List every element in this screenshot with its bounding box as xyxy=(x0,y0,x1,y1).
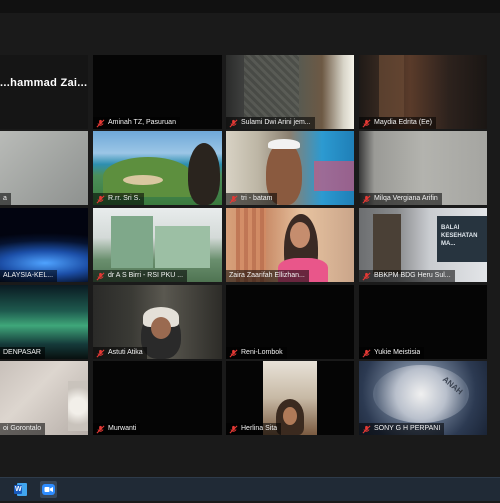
participant-name: tri - batam xyxy=(241,195,273,202)
muted-mic-icon xyxy=(96,349,105,357)
video-tile[interactable]: Maydia Edrita (Ee) xyxy=(359,55,487,129)
name-caption: Zaira Zaarifah Ellizhan... xyxy=(226,270,309,282)
video-tile[interactable]: DENPASAR xyxy=(0,285,88,359)
participant-name: Maydia Edrita (Ee) xyxy=(374,119,432,126)
building xyxy=(111,216,153,268)
participant-name: DENPASAR xyxy=(3,349,41,356)
muted-mic-icon xyxy=(362,119,371,127)
shelf xyxy=(314,161,354,191)
ceiling-ornament xyxy=(68,381,88,431)
face xyxy=(283,407,297,425)
name-caption: Herlina Sita xyxy=(226,423,282,435)
video-tile[interactable]: ANAH SONY G H PERPANI xyxy=(359,361,487,435)
video-tile[interactable]: ALAYSIA-KEL... xyxy=(0,208,88,282)
windows-taskbar: W xyxy=(0,477,500,501)
name-caption: Yukie Meistisia xyxy=(359,347,425,359)
participant-name: oi Gorontalo xyxy=(3,425,42,432)
cap-hat xyxy=(268,139,300,149)
participant-name: Herlina Sita xyxy=(241,425,278,432)
muted-mic-icon xyxy=(362,195,371,203)
participant-name: Reni-Lombok xyxy=(241,349,283,356)
name-caption: Aminah TZ, Pasuruan xyxy=(93,117,180,129)
zoom-icon[interactable] xyxy=(40,481,57,498)
muted-mic-icon xyxy=(96,119,105,127)
word-icon[interactable]: W xyxy=(12,481,29,498)
name-caption: Astuti Atika xyxy=(93,347,147,359)
beach xyxy=(123,175,163,185)
muted-mic-icon xyxy=(96,425,105,433)
video-tile[interactable]: Reni-Lombok xyxy=(226,285,354,359)
zoom-camera-icon xyxy=(42,484,55,495)
muted-mic-icon xyxy=(229,425,238,433)
name-caption: Sulami Dwi Arini jem... xyxy=(226,117,315,129)
video-tile[interactable]: ...hammad Zai... xyxy=(0,55,88,129)
emblem-coin xyxy=(373,365,469,423)
window-top-bar xyxy=(0,0,500,13)
muted-mic-icon xyxy=(362,272,371,280)
participant-name: dr A S Birri - RSI PKU ... xyxy=(108,272,184,279)
name-caption: Reni-Lombok xyxy=(226,347,287,359)
muted-mic-icon xyxy=(229,195,238,203)
participant-name: Murwanti xyxy=(108,425,137,432)
face xyxy=(290,222,310,248)
participant-name: Milqa Vergiana Arifin xyxy=(374,195,438,202)
video-tile[interactable]: Milqa Vergiana Arifin xyxy=(359,131,487,205)
room-background xyxy=(0,131,88,205)
video-tile-active-speaker[interactable]: R.rr. Sri S. xyxy=(93,131,222,205)
name-caption: oi Gorontalo xyxy=(0,423,46,435)
muted-mic-icon xyxy=(96,195,105,203)
participant-name: Zaira Zaarifah Ellizhan... xyxy=(229,272,305,279)
participant-name: a xyxy=(3,195,7,202)
participant-name: Astuti Atika xyxy=(108,349,143,356)
name-caption: R.rr. Sri S. xyxy=(93,193,145,205)
video-tile[interactable]: Herlina Sita xyxy=(226,361,354,435)
participant-name: Sulami Dwi Arini jem... xyxy=(241,119,311,126)
word-letter: W xyxy=(15,486,22,493)
video-tile[interactable]: Yukie Meistisia xyxy=(359,285,487,359)
name-caption: dr A S Birri - RSI PKU ... xyxy=(93,270,188,282)
door xyxy=(373,214,401,274)
participant-name: BBKPM BDG Heru Sul... xyxy=(374,272,451,279)
name-caption: DENPASAR xyxy=(0,347,45,359)
video-tile[interactable]: Astuti Atika xyxy=(93,285,222,359)
video-tile[interactable]: Sulami Dwi Arini jem... xyxy=(226,55,354,129)
name-caption: a xyxy=(0,193,11,205)
name-caption: BBKPM BDG Heru Sul... xyxy=(359,270,455,282)
participant-name: ALAYSIA-KEL... xyxy=(3,272,54,279)
video-tile[interactable]: dr A S Birri - RSI PKU ... xyxy=(93,208,222,282)
participant-name: SONY G H PERPANI xyxy=(374,425,441,432)
name-caption: Milqa Vergiana Arifin xyxy=(359,193,442,205)
name-caption: Murwanti xyxy=(93,423,141,435)
name-caption: ALAYSIA-KEL... xyxy=(0,270,58,282)
name-caption: Maydia Edrita (Ee) xyxy=(359,117,436,129)
curtain xyxy=(379,55,404,117)
muted-mic-icon xyxy=(229,119,238,127)
participant-name: R.rr. Sri S. xyxy=(108,195,141,202)
participant-figure xyxy=(188,143,220,205)
video-tile[interactable]: Aminah TZ, Pasuruan xyxy=(93,55,222,129)
muted-mic-icon xyxy=(362,425,371,433)
muted-mic-icon xyxy=(96,272,105,280)
name-caption: SONY G H PERPANI xyxy=(359,423,445,435)
participant-name: Yukie Meistisia xyxy=(374,349,421,356)
participant-name: Aminah TZ, Pasuruan xyxy=(108,119,176,126)
participant-name-large: ...hammad Zai... xyxy=(0,77,88,89)
face xyxy=(151,317,171,339)
video-tile[interactable]: Zaira Zaarifah Ellizhan... xyxy=(226,208,354,282)
name-caption: tri - batam xyxy=(226,193,277,205)
muted-mic-icon xyxy=(362,349,371,357)
video-tile[interactable]: oi Gorontalo xyxy=(0,361,88,435)
video-tile[interactable]: BALAI KESEHATAN MA... BBKPM BDG Heru Sul… xyxy=(359,208,487,282)
muted-mic-icon xyxy=(229,349,238,357)
building-wing xyxy=(155,226,210,268)
banner-text: BALAI KESEHATAN MA... xyxy=(441,225,478,247)
video-tile[interactable]: a xyxy=(0,131,88,205)
video-tile[interactable]: tri - batam xyxy=(226,131,354,205)
wall-pattern xyxy=(244,55,299,117)
video-tile[interactable]: Murwanti xyxy=(93,361,222,435)
